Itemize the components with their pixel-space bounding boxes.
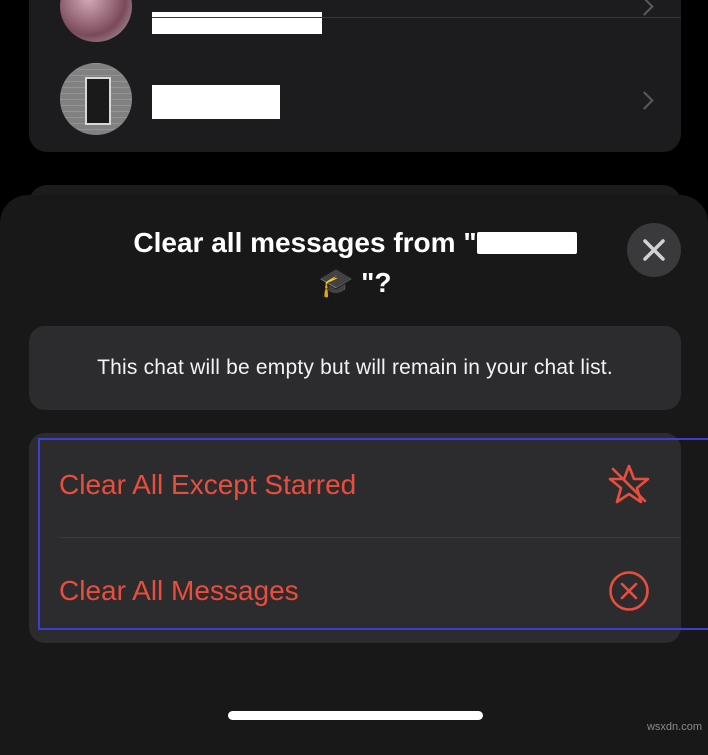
- clear-all-messages-button[interactable]: Clear All Messages: [29, 539, 681, 643]
- redacted-chat-name: [152, 12, 322, 34]
- avatar: [60, 63, 132, 135]
- chat-list-item[interactable]: [29, 0, 681, 46]
- option-label: Clear All Messages: [59, 575, 299, 606]
- clear-all-except-starred-button[interactable]: Clear All Except Starred: [29, 433, 681, 537]
- sheet-title-prefix: Clear all messages from ": [133, 227, 477, 258]
- option-label: Clear All Except Starred: [59, 469, 357, 500]
- divider: [59, 537, 681, 538]
- info-card: This chat will be empty but will remain …: [29, 326, 681, 410]
- sheet-title: Clear all messages from " 🎓 "?: [95, 223, 615, 303]
- chevron-right-icon: [635, 0, 654, 16]
- redacted-chat-name: [152, 85, 280, 119]
- chat-list: [29, 0, 681, 152]
- chat-list-item[interactable]: [29, 63, 681, 139]
- close-icon: [643, 239, 665, 261]
- x-circle-icon: [609, 571, 649, 611]
- redacted-contact-name: [476, 231, 577, 254]
- star-slash-icon: [608, 464, 650, 504]
- info-text: This chat will be empty but will remain …: [97, 356, 613, 379]
- options-card: Clear All Except Starred Clear All Messa…: [29, 433, 681, 643]
- close-button[interactable]: [627, 223, 681, 277]
- watermark: wsxdn.com: [646, 721, 702, 733]
- sheet-title-suffix: 🎓 "?: [318, 267, 392, 298]
- chevron-right-icon: [635, 91, 654, 110]
- divider: [152, 17, 681, 18]
- avatar: [60, 0, 132, 42]
- home-indicator[interactable]: [228, 711, 483, 720]
